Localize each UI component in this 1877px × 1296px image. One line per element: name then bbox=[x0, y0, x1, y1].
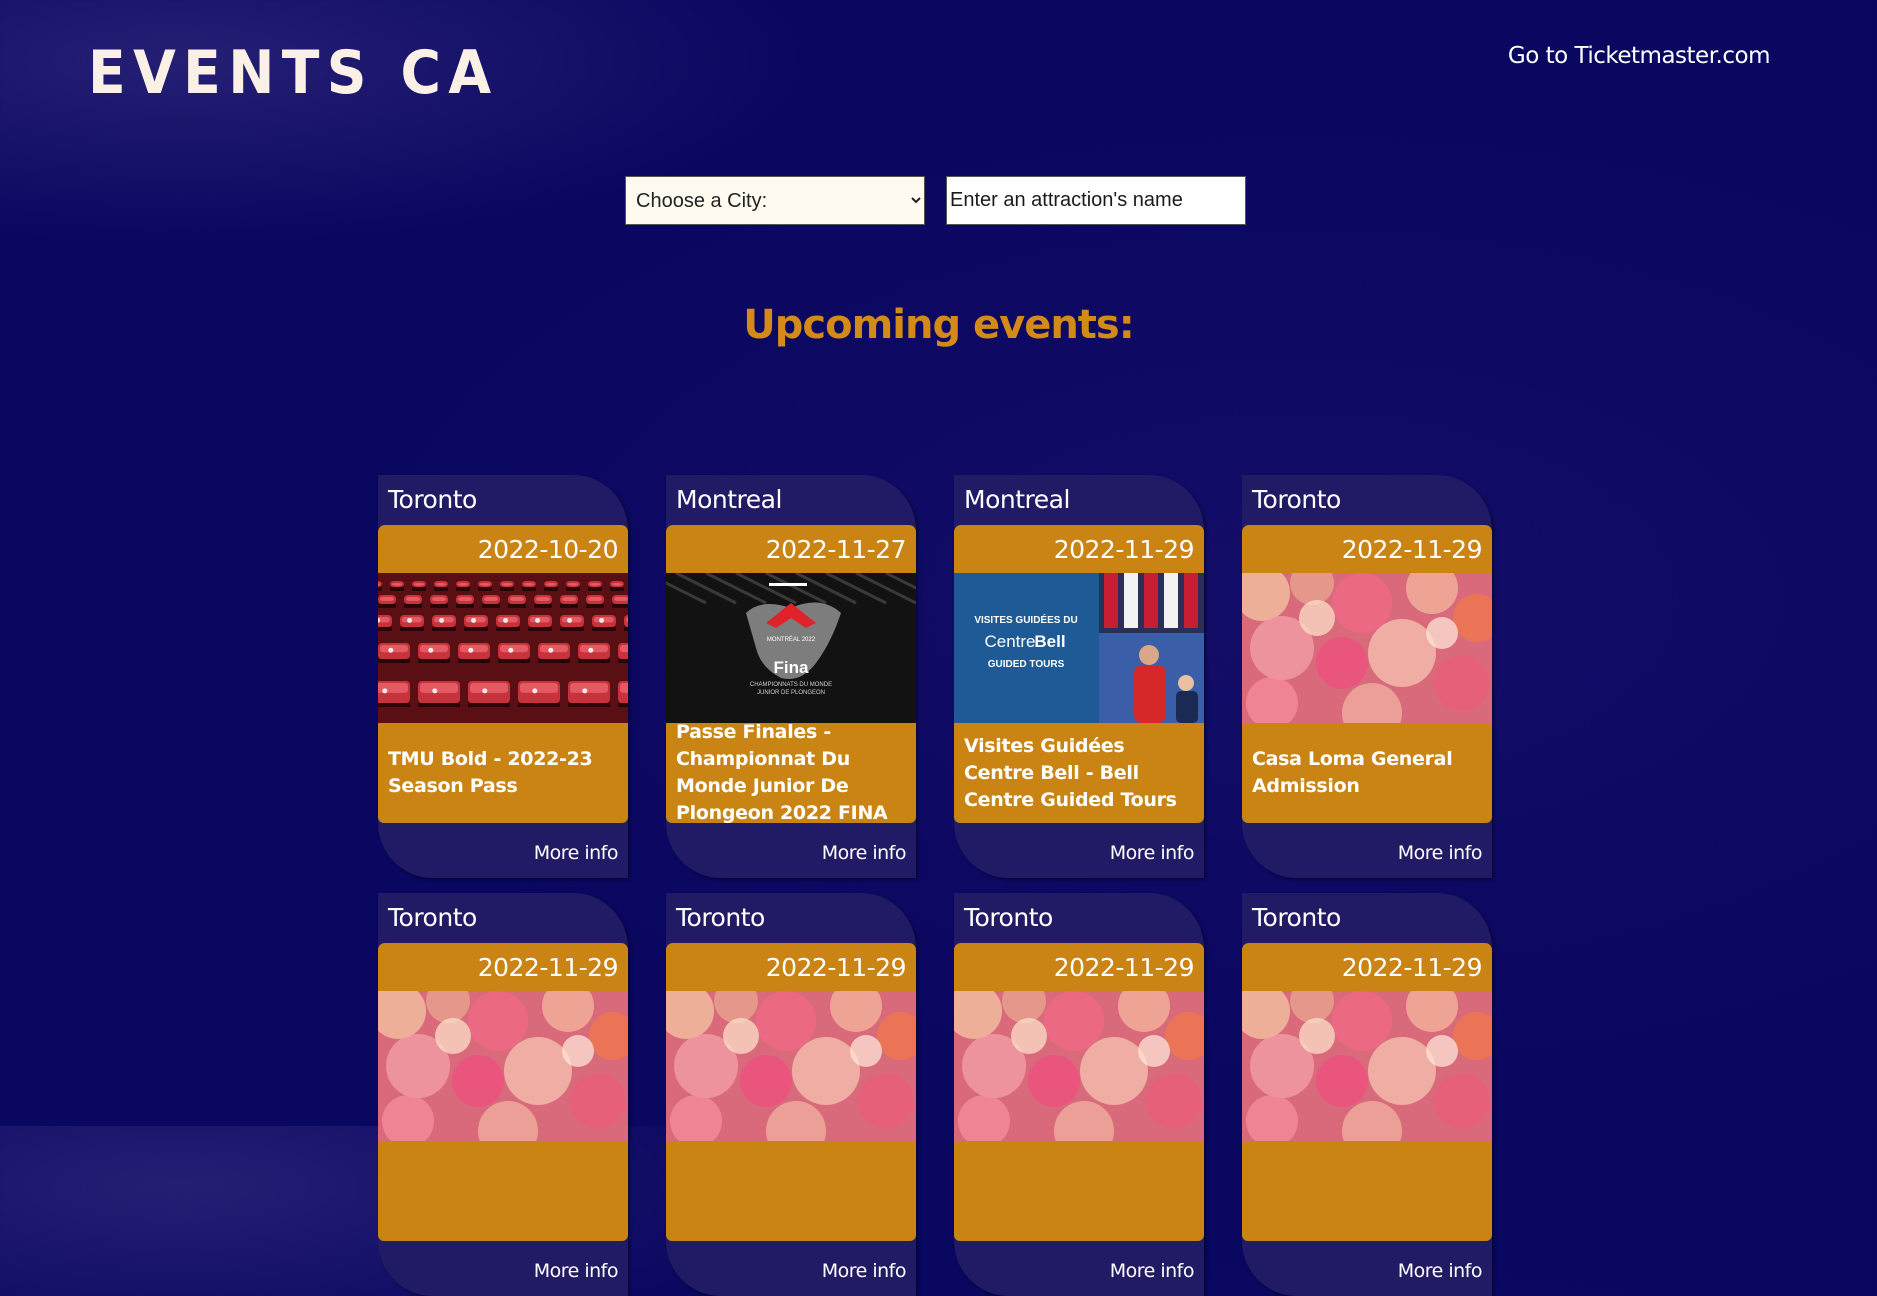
event-city: Toronto bbox=[1252, 903, 1341, 932]
bell-brand-b: Bell bbox=[1034, 632, 1065, 651]
event-image: VISITES GUIDÉES DU Centre Bell GUIDED TOURS bbox=[954, 573, 1204, 728]
event-image: MONTRÉAL 2022 Fina CHAMPIONNATS DU MONDE JU… bbox=[666, 573, 916, 723]
more-info-link[interactable]: More info bbox=[1110, 842, 1195, 864]
more-info-link[interactable]: More info bbox=[1110, 1260, 1195, 1282]
more-info-link[interactable]: More info bbox=[534, 1260, 619, 1282]
event-name bbox=[378, 1141, 628, 1241]
event-city: Montreal bbox=[676, 485, 782, 514]
event-city: Toronto bbox=[1252, 485, 1341, 514]
event-date: 2022-11-29 bbox=[954, 525, 1204, 573]
event-name bbox=[666, 1141, 916, 1241]
event-card: Montreal 2022-11-29 VISITES GUIDÉES DU Ce… bbox=[954, 475, 1204, 878]
more-info-link[interactable]: More info bbox=[534, 842, 619, 864]
bell-line-1: VISITES GUIDÉES DU bbox=[974, 613, 1077, 626]
event-name: Casa Loma General Admission bbox=[1242, 723, 1492, 823]
event-card: Toronto 2022-11-29 More info bbox=[954, 893, 1204, 1296]
event-date: 2022-11-29 bbox=[954, 943, 1204, 991]
event-date: 2022-10-20 bbox=[378, 525, 628, 573]
event-image bbox=[378, 573, 628, 723]
fina-caption-1: CHAMPIONNATS DU MONDE bbox=[750, 682, 832, 688]
search-bar: Choose a City: bbox=[625, 176, 1246, 225]
bell-line-2: GUIDED TOURS bbox=[988, 659, 1065, 670]
event-date: 2022-11-29 bbox=[1242, 525, 1492, 573]
event-city: Toronto bbox=[388, 485, 477, 514]
event-name: TMU Bold - 2022-23 Season Pass bbox=[378, 723, 628, 823]
city-select[interactable]: Choose a City: bbox=[625, 176, 925, 225]
event-date: 2022-11-27 bbox=[666, 525, 916, 573]
more-info-link[interactable]: More info bbox=[1398, 1260, 1483, 1282]
event-name: Visites Guidées Centre Bell - Bell Centr… bbox=[954, 723, 1204, 823]
event-card: Toronto 2022-11-29 Casa Loma General Adm… bbox=[1242, 475, 1492, 878]
more-info-link[interactable]: More info bbox=[822, 842, 907, 864]
bell-brand-a: Centre bbox=[984, 632, 1035, 651]
event-city: Toronto bbox=[964, 903, 1053, 932]
event-card: Toronto 2022-11-29 More info bbox=[378, 893, 628, 1296]
fina-event-text: MONTRÉAL 2022 bbox=[767, 636, 816, 643]
events-grid: Toronto 2022-10-20 TMU Bold - 2022-23 Se… bbox=[378, 475, 1492, 1296]
event-date: 2022-11-29 bbox=[1242, 943, 1492, 991]
logo: EVENTS CA bbox=[88, 38, 499, 108]
event-image bbox=[666, 991, 916, 1141]
event-name bbox=[1242, 1141, 1492, 1241]
event-image bbox=[1242, 991, 1492, 1141]
event-card: Toronto 2022-11-29 More info bbox=[666, 893, 916, 1296]
event-image bbox=[378, 991, 628, 1141]
event-name bbox=[954, 1141, 1204, 1241]
event-name: Passe Finales - Championnat Du Monde Jun… bbox=[666, 721, 916, 824]
event-city: Toronto bbox=[388, 903, 477, 932]
event-city: Montreal bbox=[964, 485, 1070, 514]
fina-brand-text: Fina bbox=[774, 658, 809, 677]
event-date: 2022-11-29 bbox=[378, 943, 628, 991]
event-date: 2022-11-29 bbox=[666, 943, 916, 991]
ticketmaster-link[interactable]: Go to Ticketmaster.com bbox=[1508, 43, 1771, 69]
attraction-search-input[interactable] bbox=[946, 176, 1246, 225]
event-card: Montreal 2022-11-27 MONTRÉAL 2022 Fina CHA… bbox=[666, 475, 916, 878]
event-image bbox=[1242, 573, 1492, 723]
event-city: Toronto bbox=[676, 903, 765, 932]
event-image bbox=[954, 991, 1204, 1141]
event-card: Toronto 2022-10-20 TMU Bold - 2022-23 Se… bbox=[378, 475, 628, 878]
fina-caption-2: JUNIOR DE PLONGEON bbox=[757, 690, 825, 696]
more-info-link[interactable]: More info bbox=[1398, 842, 1483, 864]
event-card: Toronto 2022-11-29 More info bbox=[1242, 893, 1492, 1296]
more-info-link[interactable]: More info bbox=[822, 1260, 907, 1282]
section-title: Upcoming events: bbox=[743, 302, 1134, 348]
